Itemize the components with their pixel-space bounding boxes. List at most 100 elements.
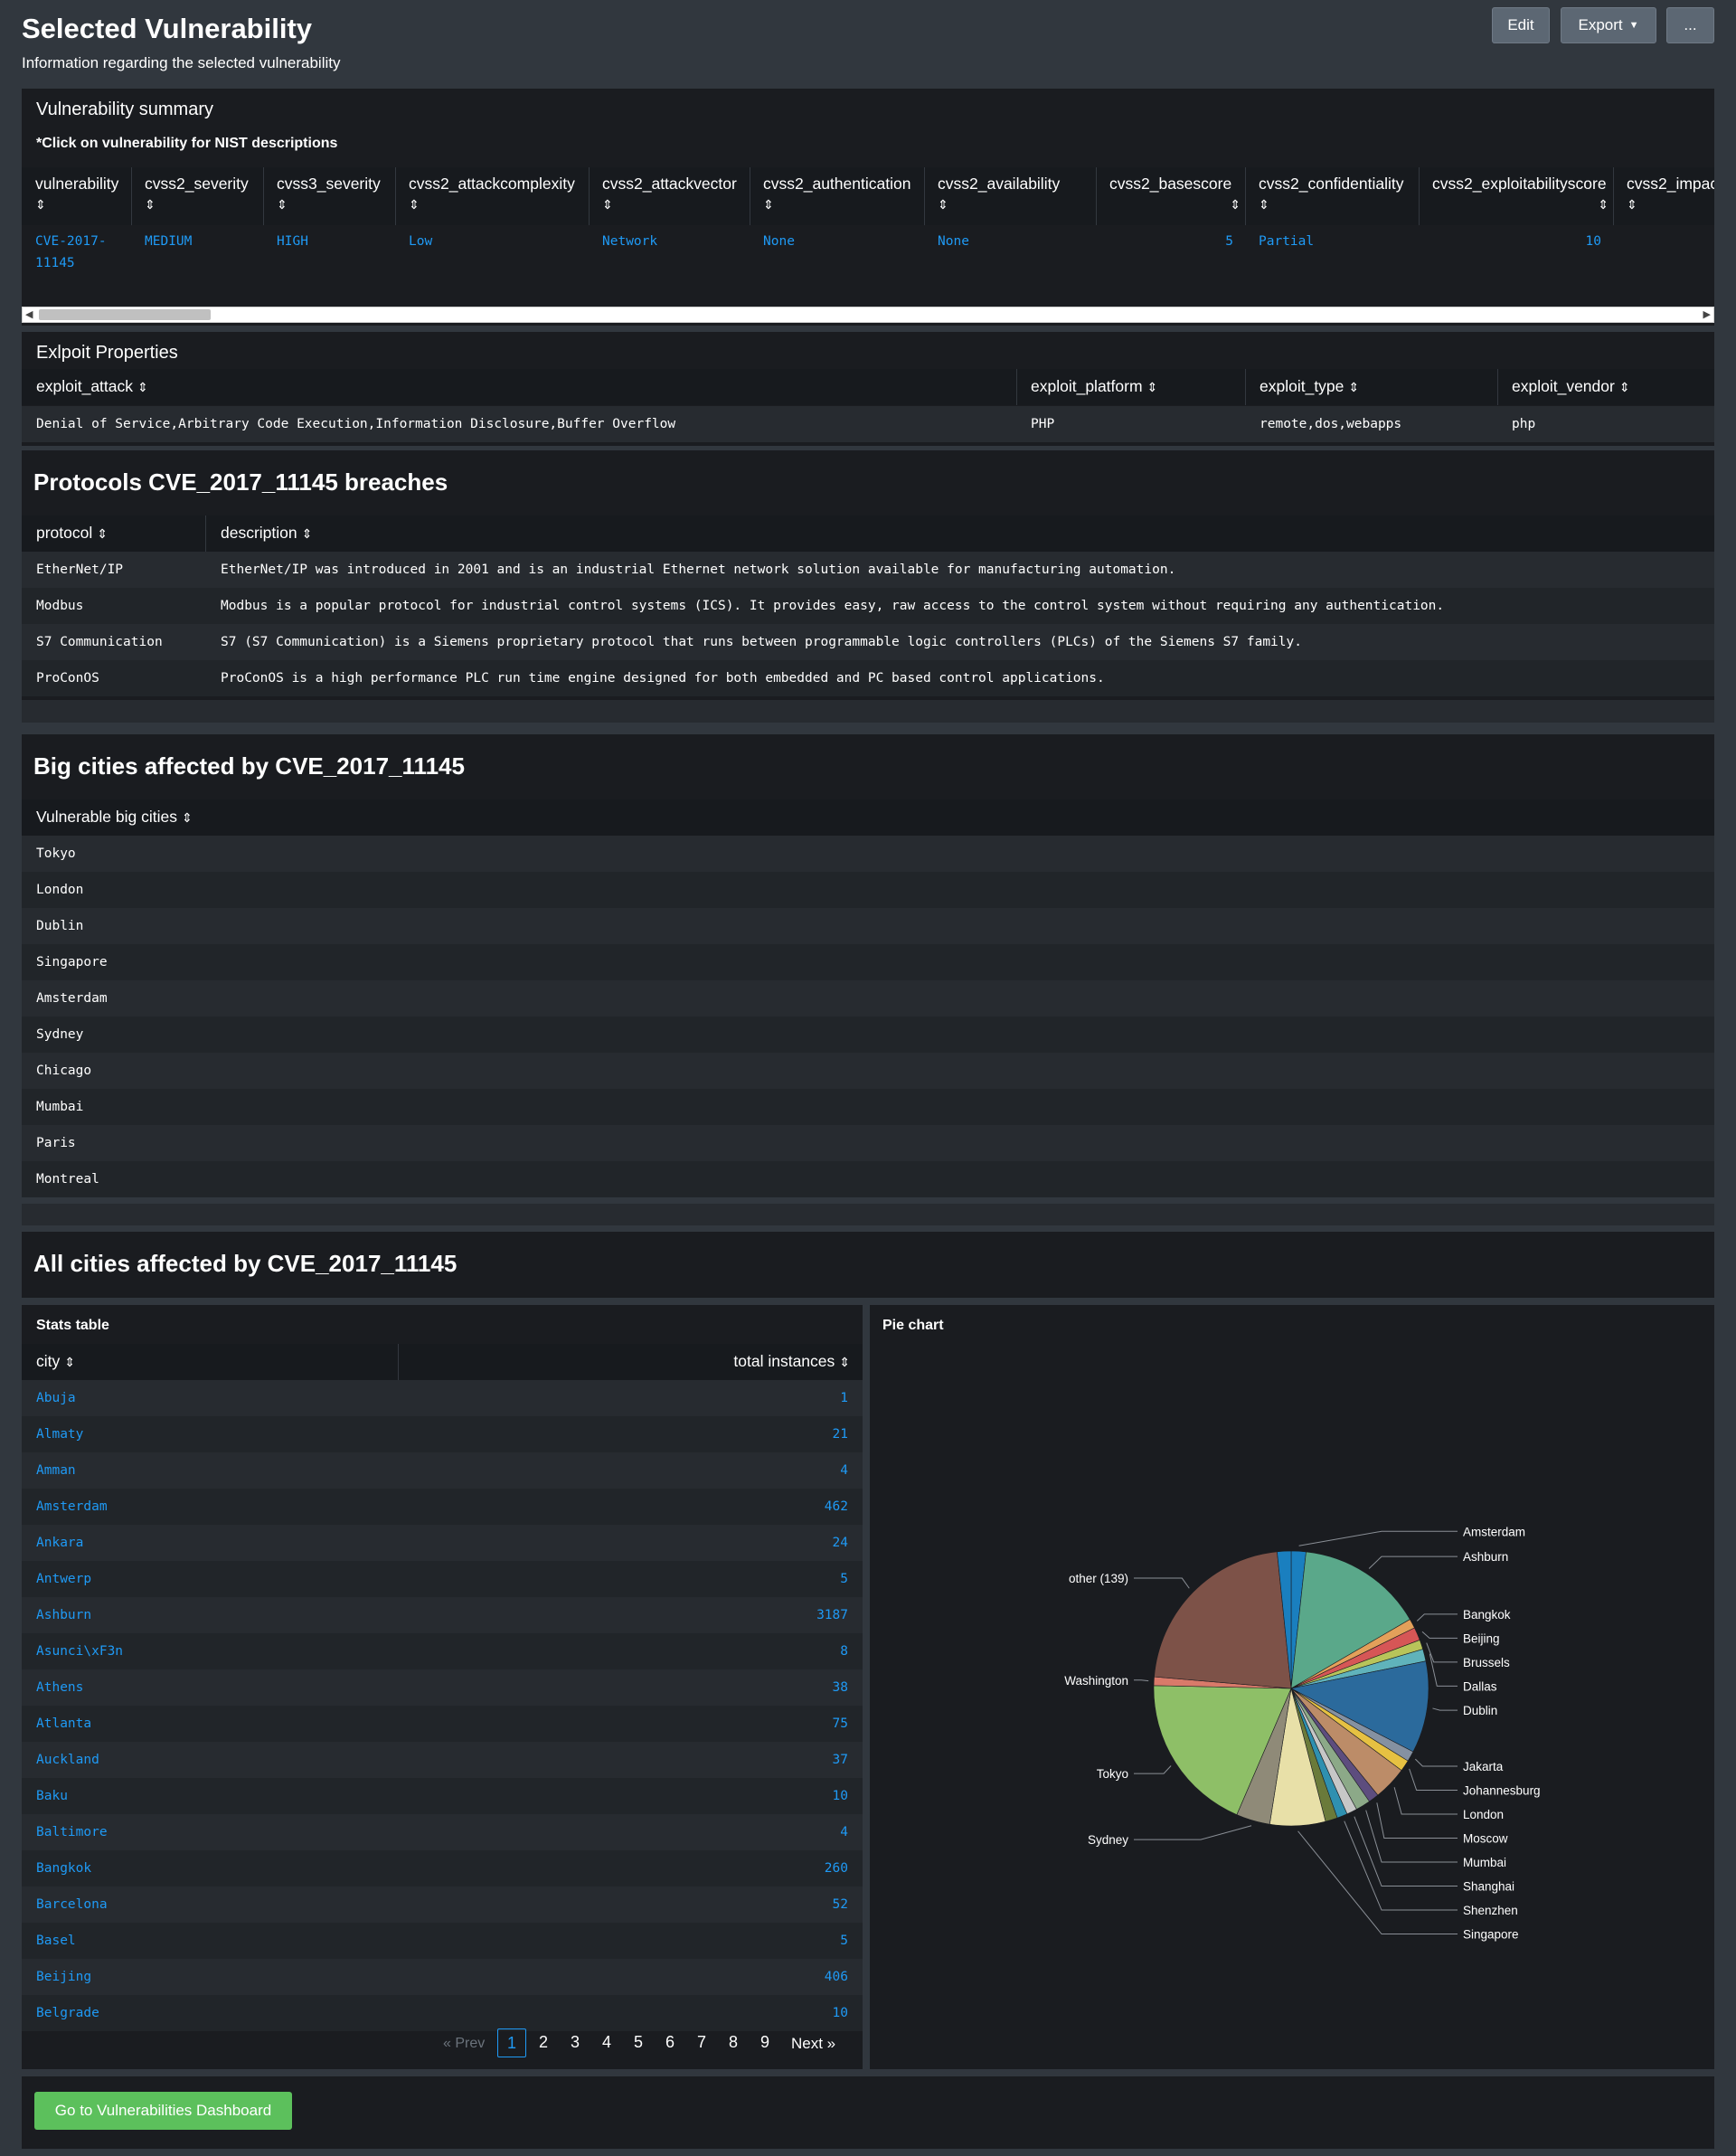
city-link[interactable]: Amman [36, 1463, 76, 1478]
instances-link[interactable]: 5 [840, 1934, 848, 1948]
instances-link[interactable]: 1 [840, 1391, 848, 1405]
city-link[interactable]: Beijing [36, 1970, 91, 1984]
vulnerability-link[interactable]: CVE-2017-11145 [35, 231, 119, 274]
summary-column-cvss2-authentication[interactable]: cvss2_authentication ⇕ [763, 175, 920, 213]
protocol-column-header[interactable]: protocol ⇕ [36, 524, 108, 543]
city-link[interactable]: Baltimore [36, 1825, 108, 1839]
table-row: Atlanta 75 [22, 1706, 863, 1742]
summary-column-cvss2-severity[interactable]: cvss2_severity ⇕ [145, 175, 259, 213]
pie-leader-line [1432, 1707, 1458, 1711]
pie-leader-line [1134, 1765, 1172, 1774]
instances-link[interactable]: 21 [833, 1427, 848, 1442]
total-instances-column-header[interactable]: total instances ⇕ [733, 1352, 850, 1371]
sort-icon: ⇕ [35, 197, 46, 212]
city-link[interactable]: Bangkok [36, 1861, 91, 1876]
scroll-right-arrow[interactable]: ▶ [1703, 308, 1711, 320]
page-link-2[interactable]: 2 [529, 2033, 558, 2052]
instances-link[interactable]: 10 [833, 2006, 848, 2020]
prev-page-link[interactable]: « Prev [443, 2036, 485, 2052]
summary-column-cvss2-exploitabilityscore[interactable]: cvss2_exploitabilityscore ⇕ [1432, 175, 1609, 213]
exploit-column-exploit-vendor[interactable]: exploit_vendor ⇕ [1512, 377, 1630, 396]
page-link-6[interactable]: 6 [656, 2033, 684, 2052]
instances-link[interactable]: 8 [840, 1644, 848, 1659]
pie-slice-other-139-[interactable] [1154, 1551, 1292, 1689]
summary-column-cvss3-severity[interactable]: cvss3_severity ⇕ [277, 175, 391, 213]
page-link-9[interactable]: 9 [750, 2033, 779, 2052]
sort-icon: ⇕ [1598, 197, 1609, 212]
summary-column-cvss2-impacts[interactable]: cvss2_impacts⇕ [1627, 175, 1714, 213]
instances-link[interactable]: 4 [840, 1463, 848, 1478]
summary-cell: MEDIUM [145, 234, 193, 249]
table-row: Asunci\xF3n 8 [22, 1633, 863, 1669]
summary-column-vulnerability[interactable]: vulnerability ⇕ [35, 175, 127, 213]
city-cell: Paris [36, 1136, 76, 1150]
city-link[interactable]: Baku [36, 1789, 68, 1803]
city-column-header[interactable]: city ⇕ [36, 1352, 75, 1371]
summary-column-cvss2-attackvector[interactable]: cvss2_attackvector ⇕ [602, 175, 745, 213]
column-separator [1016, 369, 1017, 405]
page-link-1[interactable]: 1 [497, 2028, 526, 2057]
more-button[interactable]: ... [1666, 7, 1714, 43]
instances-link[interactable]: 38 [833, 1680, 848, 1695]
exploit-cell: remote,dos,webapps [1260, 417, 1402, 431]
city-link[interactable]: Abuja [36, 1391, 76, 1405]
summary-table-row: CVE-2017-11145 MEDIUM HIGH Low Network None No… [22, 225, 1714, 279]
city-link[interactable]: Auckland [36, 1753, 99, 1767]
table-row: Antwerp 5 [22, 1561, 863, 1597]
page-link-5[interactable]: 5 [624, 2033, 653, 2052]
exploit-column-exploit-type[interactable]: exploit_type ⇕ [1260, 377, 1359, 396]
city-cell: London [36, 883, 84, 897]
table-row: Mumbai [22, 1089, 1714, 1125]
summary-column-cvss2-confidentiality[interactable]: cvss2_confidentiality ⇕ [1259, 175, 1414, 213]
exploit-column-exploit-attack[interactable]: exploit_attack ⇕ [36, 377, 148, 396]
exploit-column-exploit-platform[interactable]: exploit_platform ⇕ [1031, 377, 1157, 396]
page-link-3[interactable]: 3 [561, 2033, 590, 2052]
city-link[interactable]: Antwerp [36, 1572, 91, 1586]
scroll-thumb[interactable] [39, 309, 211, 320]
page-link-8[interactable]: 8 [719, 2033, 748, 2052]
go-to-dashboard-button[interactable]: Go to Vulnerabilities Dashboard [34, 2092, 292, 2130]
all-cities-header-panel: All cities affected by CVE_2017_11145 [22, 1232, 1714, 1298]
instances-link[interactable]: 52 [833, 1897, 848, 1912]
city-link[interactable]: Atlanta [36, 1716, 91, 1731]
instances-link[interactable]: 24 [833, 1536, 848, 1550]
instances-link[interactable]: 4 [840, 1825, 848, 1839]
big-cities-column-header[interactable]: Vulnerable big cities ⇕ [36, 808, 193, 827]
table-row: Athens 38 [22, 1669, 863, 1706]
edit-button[interactable]: Edit [1492, 7, 1550, 43]
instances-link[interactable]: 5 [840, 1572, 848, 1586]
exploit-cell: php [1512, 417, 1536, 431]
horizontal-scrollbar[interactable]: ◀ ▶ [22, 307, 1714, 323]
instances-link[interactable]: 406 [825, 1970, 848, 1984]
column-separator [395, 167, 396, 225]
city-link[interactable]: Ankara [36, 1536, 83, 1550]
instances-link[interactable]: 260 [825, 1861, 848, 1876]
pie-label: other (139) [1069, 1572, 1128, 1585]
summary-column-cvss2-attackcomplexity[interactable]: cvss2_attackcomplexity ⇕ [409, 175, 584, 213]
instances-link[interactable]: 3187 [816, 1608, 848, 1622]
export-button[interactable]: Export ▼ [1561, 7, 1656, 43]
city-link[interactable]: Amsterdam [36, 1499, 108, 1514]
city-link[interactable]: Belgrade [36, 2006, 99, 2020]
page-link-7[interactable]: 7 [687, 2033, 716, 2052]
summary-column-cvss2-availability[interactable]: cvss2_availability ⇕ [938, 175, 1091, 213]
pie-leader-line [1354, 1816, 1458, 1887]
instances-link[interactable]: 462 [825, 1499, 848, 1514]
instances-link[interactable]: 75 [833, 1716, 848, 1731]
instances-link[interactable]: 10 [833, 1789, 848, 1803]
city-link[interactable]: Asunci\xF3n [36, 1644, 123, 1659]
table-row: Auckland 37 [22, 1742, 863, 1778]
city-link[interactable]: Barcelona [36, 1897, 108, 1912]
page-link-4[interactable]: 4 [592, 2033, 621, 2052]
description-column-header[interactable]: description ⇕ [221, 524, 312, 543]
protocol-table-header: protocol ⇕ description ⇕ [22, 515, 1714, 552]
summary-column-cvss2-basescore[interactable]: cvss2_basescore ⇕ [1109, 175, 1241, 213]
city-link[interactable]: Athens [36, 1680, 83, 1695]
instances-link[interactable]: 37 [833, 1753, 848, 1767]
next-page-link[interactable]: Next » [791, 2035, 835, 2053]
protocol-cell: ProConOS [36, 671, 99, 686]
city-link[interactable]: Almaty [36, 1427, 83, 1442]
city-link[interactable]: Ashburn [36, 1608, 91, 1622]
city-link[interactable]: Basel [36, 1934, 76, 1948]
scroll-left-arrow[interactable]: ◀ [25, 308, 33, 320]
